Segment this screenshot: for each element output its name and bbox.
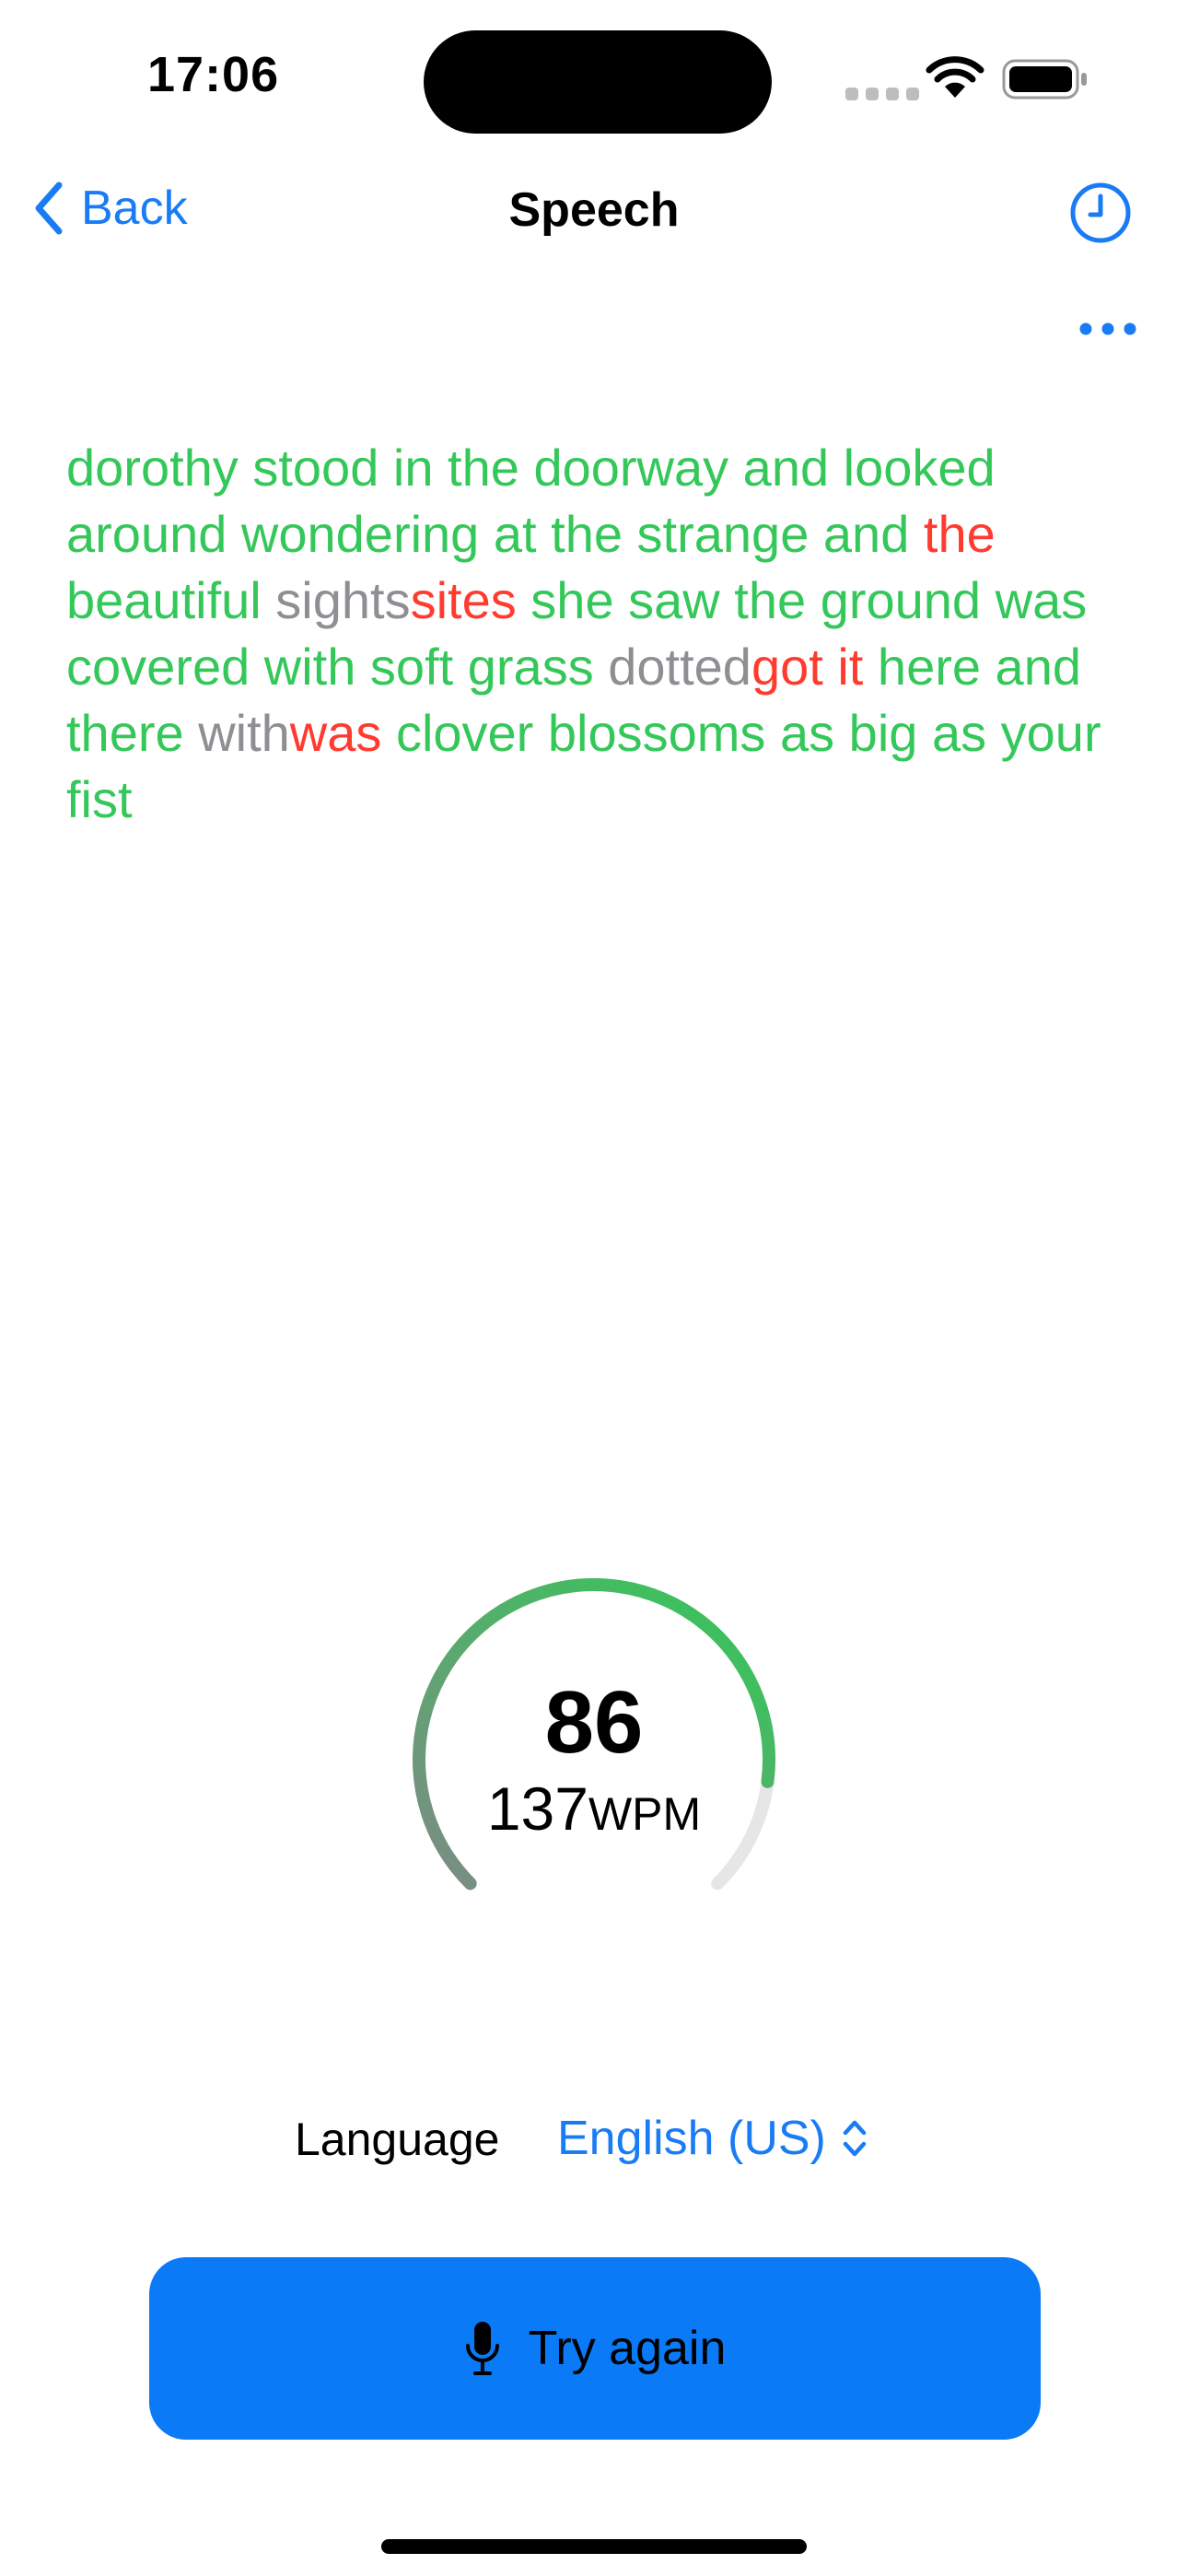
transcript-word-missed: with (198, 704, 290, 762)
chevron-up-down-icon (843, 2120, 867, 2157)
ellipsis-icon[interactable] (1077, 318, 1138, 340)
wpm-unit: WPM (588, 1788, 702, 1840)
battery-icon (1002, 59, 1087, 100)
cellular-signal-icon (845, 88, 919, 100)
clock-icon[interactable] (1068, 181, 1133, 245)
language-picker[interactable]: English (US) (557, 2111, 868, 2166)
try-again-button[interactable]: Try again (149, 2257, 1041, 2440)
wifi-icon (926, 56, 984, 98)
language-label: Language (295, 2113, 500, 2165)
transcript-word-correct: dorothy stood in the doorway and looked … (66, 439, 996, 563)
score-value: 86 (544, 1673, 644, 1772)
transcript-word-wrong: was (289, 704, 382, 762)
transcript-word-missed: sights (275, 571, 411, 629)
try-again-label: Try again (528, 2322, 727, 2375)
home-indicator (381, 2539, 807, 2554)
wpm-value: 137 (486, 1774, 588, 1843)
language-selected: English (US) (557, 2112, 826, 2165)
dynamic-island (424, 30, 772, 134)
transcript-text: dorothy stood in the doorway and looked … (66, 435, 1125, 833)
status-time: 17:06 (147, 47, 280, 102)
transcript-word-correct: beautiful (66, 571, 276, 629)
transcript-word-wrong: sites (410, 571, 517, 629)
page-title: Speech (508, 183, 680, 237)
microphone-icon (465, 2322, 499, 2375)
transcript-word-missed: dotted (608, 638, 751, 696)
transcript-word-wrong: got it (751, 638, 864, 696)
wpm-readout: 137WPM (410, 1774, 778, 1844)
transcript-word-wrong: the (923, 505, 996, 563)
